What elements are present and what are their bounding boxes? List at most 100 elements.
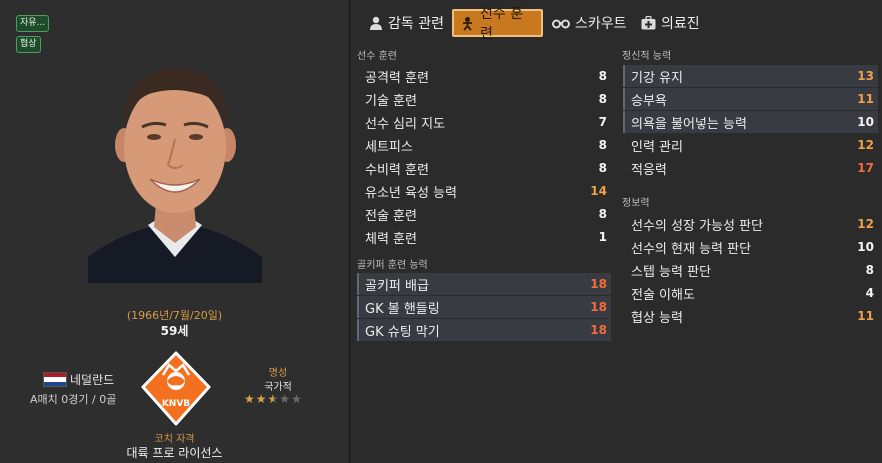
attribute-label: 체력 훈련 — [365, 231, 417, 247]
license-value: 대륙 프로 라이선스 — [126, 446, 223, 460]
staff-photo — [88, 35, 262, 283]
attribute-value: 11 — [857, 92, 874, 106]
attribute-value: 10 — [857, 115, 874, 129]
reputation-title: 명성 — [268, 368, 288, 379]
contract-status-badge[interactable]: 자유... — [16, 15, 50, 32]
attribute-value: 8 — [598, 92, 607, 106]
attribute-value: 11 — [857, 309, 874, 323]
nationality[interactable]: 네덜란드 — [70, 371, 114, 388]
attribute-value: 8 — [865, 263, 874, 277]
license-title: 코치 자격 — [154, 434, 195, 445]
attribute-row[interactable]: 적응력 17 — [623, 157, 878, 179]
attribute-row[interactable]: 선수의 현재 능력 판단 10 — [623, 236, 878, 258]
tab-scouting[interactable]: 스카우트 — [548, 9, 631, 37]
attribute-value: 13 — [857, 69, 874, 83]
logo-text: KNVB — [162, 399, 190, 409]
attribute-value: 18 — [590, 323, 607, 337]
attribute-value: 18 — [590, 277, 607, 291]
tab-label: 선수 훈련 — [480, 6, 524, 42]
attribute-label: 승부욕 — [631, 93, 667, 109]
attribute-label: GK 슈팅 막기 — [365, 324, 440, 340]
tab-label: 감독 관련 — [388, 16, 444, 32]
empty-star-icon: ★ — [291, 392, 303, 406]
tab-player-training[interactable]: 선수 훈련 — [452, 6, 543, 42]
attribute-value: 8 — [598, 69, 607, 83]
section-title-goalkeeping: 골키퍼 훈련 능력 — [357, 260, 428, 271]
attributes-panel: 감독 관련 선수 훈련 스카우트 의료진 선수 훈련 공격력 훈련 8 기술 훈… — [351, 0, 882, 463]
attribute-value: 14 — [590, 184, 607, 198]
attribute-value: 18 — [590, 300, 607, 314]
medical-kit-icon — [641, 16, 656, 30]
attribute-row[interactable]: 스텝 능력 판단 8 — [623, 259, 878, 281]
attribute-label: 세트피스 — [365, 139, 413, 155]
attribute-label: 공격력 훈련 — [365, 70, 429, 86]
negotiation-badge[interactable]: 협상 — [16, 36, 41, 53]
section-title-mental: 정신적 능력 — [622, 51, 672, 62]
section-title-knowledge: 정보력 — [622, 198, 650, 209]
attribute-label: 수비력 훈련 — [365, 162, 429, 178]
tab-coaching[interactable]: 감독 관련 — [365, 9, 448, 37]
attribute-label: 협상 능력 — [631, 310, 683, 326]
attribute-value: 4 — [865, 286, 874, 300]
attribute-row[interactable]: 공격력 훈련 8 — [357, 65, 611, 87]
reputation-stars: ★★★★★ — [244, 392, 303, 406]
attribute-value: 8 — [598, 207, 607, 221]
netherlands-flag-icon — [43, 372, 67, 387]
person-icon — [369, 16, 383, 31]
attribute-row[interactable]: 기강 유지 13 — [623, 65, 878, 87]
attribute-row[interactable]: 선수 심리 지도 7 — [357, 111, 611, 133]
age: 59세 — [160, 324, 189, 338]
attribute-row[interactable]: 유소년 육성 능력 14 — [357, 180, 611, 202]
star-icon: ★ — [255, 392, 268, 406]
attribute-row[interactable]: 골키퍼 배급 18 — [357, 273, 611, 295]
attribute-label: 전술 이해도 — [631, 287, 695, 303]
attribute-row[interactable]: 선수의 성장 가능성 판단 12 — [623, 213, 878, 235]
half-star-icon: ★ — [267, 392, 280, 406]
attribute-value: 12 — [857, 217, 874, 231]
attribute-label: 유소년 육성 능력 — [365, 185, 457, 201]
tab-medical[interactable]: 의료진 — [637, 9, 704, 37]
tab-label: 스카우트 — [575, 16, 627, 32]
section-title-training: 선수 훈련 — [357, 51, 397, 62]
knvb-logo: KNVB — [141, 351, 211, 426]
reputation-value: 국가적 — [264, 382, 292, 393]
attribute-label: 선수 심리 지도 — [365, 116, 446, 132]
attribute-row[interactable]: 수비력 훈련 8 — [357, 157, 611, 179]
attribute-row[interactable]: 전술 훈련 8 — [357, 203, 611, 225]
attribute-row[interactable]: 승부욕 11 — [623, 88, 878, 110]
binoculars-icon — [552, 17, 570, 29]
attribute-row[interactable]: GK 슈팅 막기 18 — [357, 319, 611, 341]
tab-label: 의료진 — [661, 16, 700, 32]
attribute-label: 적응력 — [631, 162, 667, 178]
attribute-value: 17 — [857, 161, 874, 175]
attribute-row[interactable]: 의욕을 불어넣는 능력 10 — [623, 111, 878, 133]
attribute-row[interactable]: 인력 관리 12 — [623, 134, 878, 156]
attribute-value: 1 — [598, 230, 607, 244]
attribute-row[interactable]: 체력 훈련 1 — [357, 226, 611, 248]
training-icon — [460, 16, 475, 31]
attribute-row[interactable]: 기술 훈련 8 — [357, 88, 611, 110]
attribute-value: 8 — [598, 161, 607, 175]
attribute-value: 8 — [598, 138, 607, 152]
attribute-label: GK 볼 핸들링 — [365, 301, 440, 317]
attribute-row[interactable]: 세트피스 8 — [357, 134, 611, 156]
attribute-label: 전술 훈련 — [365, 208, 417, 224]
attribute-value: 12 — [857, 138, 874, 152]
attribute-label: 선수의 현재 능력 판단 — [631, 241, 752, 257]
international-caps: A매치 0경기 / 0골 — [30, 393, 117, 406]
attribute-label: 골키퍼 배급 — [365, 278, 429, 294]
attribute-row[interactable]: 전술 이해도 4 — [623, 282, 878, 304]
attribute-value: 10 — [857, 240, 874, 254]
attribute-label: 스텝 능력 판단 — [631, 264, 712, 280]
attribute-row[interactable]: GK 볼 핸들링 18 — [357, 296, 611, 318]
star-icon: ★ — [244, 392, 256, 406]
date-of-birth: (1966년/7월/20일) — [126, 309, 223, 322]
attribute-value: 7 — [598, 115, 607, 129]
empty-star-icon: ★ — [279, 392, 292, 406]
attribute-label: 의욕을 불어넣는 능력 — [631, 116, 747, 132]
attribute-label: 인력 관리 — [631, 139, 683, 155]
attribute-row[interactable]: 협상 능력 11 — [623, 305, 878, 327]
staff-profile-panel: 자유... 협상 (1966년/7월/20일) 59세 네덜란드 A매치 0경기… — [0, 0, 350, 463]
attribute-label: 기술 훈련 — [365, 93, 417, 109]
attribute-label: 기강 유지 — [631, 70, 683, 86]
